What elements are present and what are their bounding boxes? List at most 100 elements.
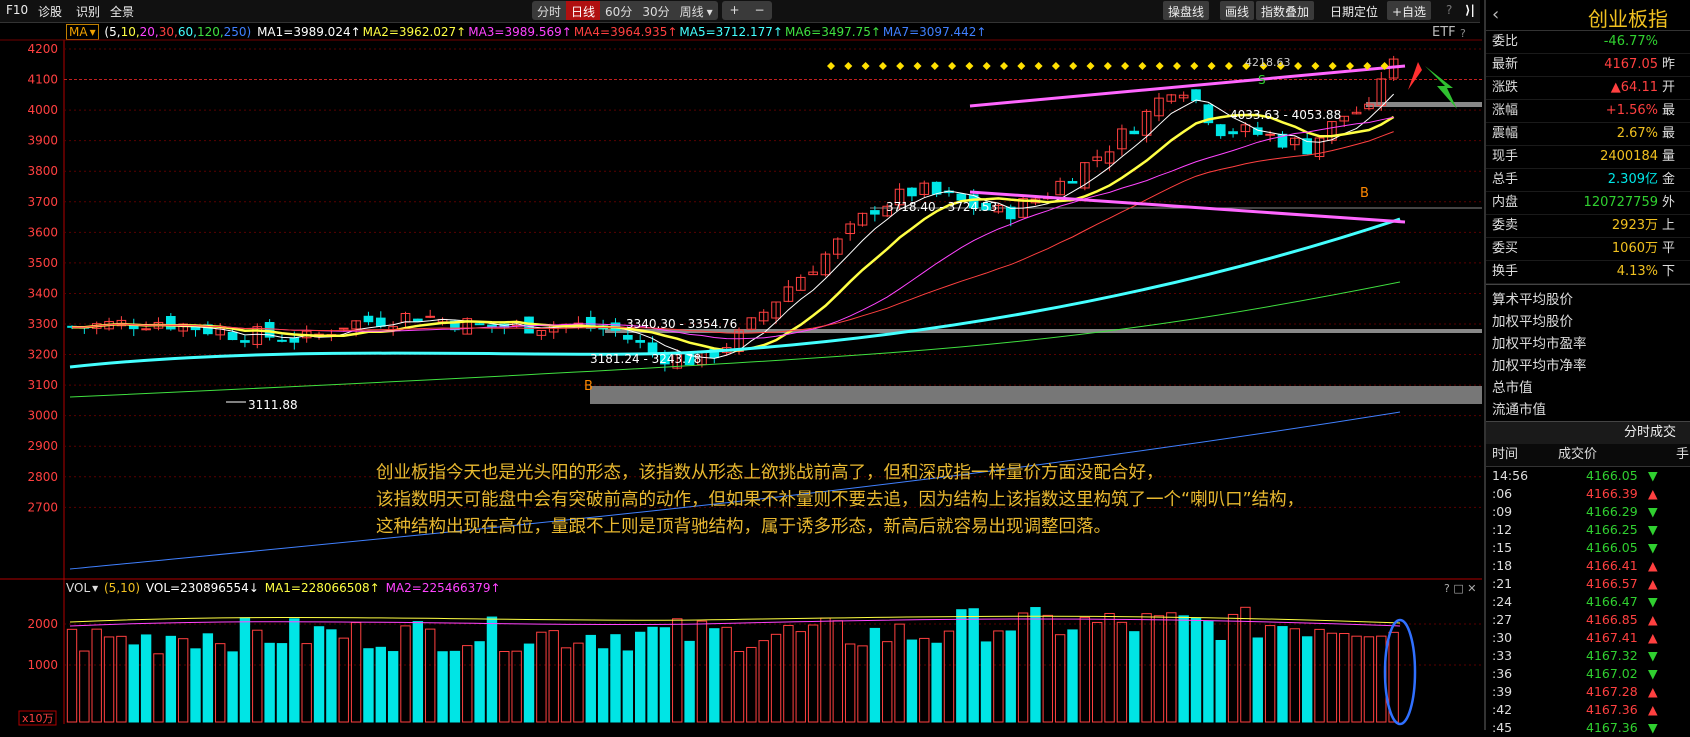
candle-body bbox=[1129, 130, 1140, 135]
volume-bar bbox=[425, 628, 436, 723]
date-locate-button[interactable]: 日期定位 bbox=[1325, 1, 1383, 20]
volume-bar bbox=[1289, 628, 1301, 723]
volume-bar bbox=[758, 640, 769, 723]
tab-60min[interactable]: 60分 bbox=[600, 1, 637, 20]
tick-time: :06 bbox=[1492, 486, 1513, 501]
volume-bar bbox=[387, 651, 399, 723]
candle-body bbox=[375, 317, 386, 327]
operate-line-button[interactable]: 操盘线 bbox=[1163, 1, 1210, 20]
quote-row: 内盘 120727759 外 bbox=[1486, 192, 1690, 215]
tick-time: :27 bbox=[1492, 612, 1513, 627]
signal-diamond bbox=[1103, 62, 1112, 70]
candle-body bbox=[338, 327, 349, 330]
arrow-down-icon: ▼ bbox=[1648, 594, 1658, 609]
help-icon[interactable]: ? bbox=[1446, 3, 1452, 17]
quote-value: 120727759 bbox=[1583, 195, 1658, 210]
volume-bar bbox=[449, 650, 461, 723]
volume-bar bbox=[1363, 636, 1375, 723]
diagnose-link[interactable]: 诊股 bbox=[38, 3, 62, 20]
volume-bar bbox=[190, 648, 201, 723]
y-tick-label: 3400 bbox=[27, 286, 58, 300]
tab-30min[interactable]: 30分 bbox=[637, 1, 674, 20]
vol-indicator-tag[interactable]: VOL ▾ bbox=[66, 581, 98, 595]
volume-bar bbox=[177, 638, 189, 723]
candle-body bbox=[141, 328, 151, 331]
tick-price: 4167.02 bbox=[1586, 666, 1638, 681]
candle-body bbox=[1191, 89, 1201, 102]
stat-total-cap: 总市值 bbox=[1492, 380, 1533, 396]
f10-link[interactable]: F10 bbox=[6, 3, 28, 17]
tick-row: :36 4167.02 ▼ bbox=[1486, 665, 1690, 683]
volume-bar bbox=[733, 650, 745, 723]
signal-diamond bbox=[1086, 62, 1095, 70]
quote-row: 最新 4167.05 昨 bbox=[1486, 54, 1690, 77]
stat-weighted-avg: 加权平均股价 bbox=[1492, 314, 1573, 330]
ticks-list[interactable]: 14:56 4166.05 ▼:06 4166.39 ▲:09 4166.29 ▼:12 41… bbox=[1486, 467, 1690, 737]
zoom-out-button[interactable]: − bbox=[749, 1, 769, 20]
tick-price: 4167.36 bbox=[1586, 720, 1638, 735]
volume-bar bbox=[165, 635, 177, 723]
volume-bar bbox=[486, 616, 498, 723]
arrow-down-icon: ▼ bbox=[1648, 468, 1658, 483]
arrow-down-icon: ▼ bbox=[1648, 666, 1658, 681]
kline-chart[interactable]: 4200 4100 4000 3900 3800 3700 3600 3500 3400 3300… bbox=[0, 22, 1484, 730]
index-overlay-button[interactable]: 指数叠加 bbox=[1256, 1, 1315, 20]
tick-row: :06 4166.39 ▲ bbox=[1486, 485, 1690, 503]
volume-bar bbox=[1252, 637, 1263, 723]
draw-line-button[interactable]: 画线 bbox=[1220, 1, 1255, 20]
quote-label: 现手 bbox=[1492, 149, 1519, 164]
back-icon[interactable]: ‹ bbox=[1492, 4, 1499, 25]
zoom-controls: + − bbox=[722, 1, 772, 20]
volume-bar bbox=[264, 642, 275, 723]
tab-weekly[interactable]: 周线 ▾ bbox=[675, 1, 718, 20]
quote-label-2: 外 bbox=[1662, 195, 1676, 210]
volume-bar bbox=[560, 647, 572, 723]
volume-bar bbox=[783, 624, 794, 723]
volume-bar bbox=[511, 650, 522, 723]
volume-bar bbox=[1351, 635, 1362, 723]
volume-bar bbox=[1092, 621, 1103, 723]
arrow-up-icon: ▲ bbox=[1648, 702, 1658, 717]
ticks-title[interactable]: 分时成交 bbox=[1486, 421, 1690, 444]
volume-bar bbox=[1104, 612, 1115, 723]
recognize-link[interactable]: 识别 bbox=[76, 3, 100, 20]
collapse-panel-icon[interactable]: ⟩| bbox=[1465, 3, 1475, 17]
volume-bar bbox=[610, 634, 621, 723]
volume-bar bbox=[79, 650, 90, 723]
volume-bar bbox=[770, 633, 782, 723]
quote-row: 委比 -46.77% bbox=[1486, 31, 1690, 54]
fullview-link[interactable]: 全景 bbox=[110, 3, 134, 20]
volume-bar bbox=[363, 648, 374, 723]
tick-price: 4167.28 bbox=[1586, 684, 1638, 699]
tick-time: :24 bbox=[1492, 594, 1513, 609]
volume-bar bbox=[239, 617, 251, 723]
quote-row: 涨幅 +1.56% 最 bbox=[1486, 100, 1690, 123]
vol-panel-icons[interactable]: ? □ ✕ bbox=[1444, 582, 1476, 595]
tab-daily[interactable]: 日线 bbox=[566, 1, 601, 20]
volume-bar bbox=[943, 630, 955, 723]
ticks-col-price: 成交价 bbox=[1558, 447, 1598, 462]
volume-bar bbox=[844, 643, 856, 723]
low-point-label: 3111.88 bbox=[248, 398, 298, 412]
support-zone bbox=[590, 386, 1482, 404]
volume-bar bbox=[647, 626, 658, 723]
volume-bar bbox=[820, 617, 831, 723]
volume-bar bbox=[289, 618, 300, 723]
add-watchlist-button[interactable]: +自选 bbox=[1387, 1, 1432, 20]
volume-bar bbox=[1129, 631, 1140, 723]
zoom-in-button[interactable]: + bbox=[724, 1, 744, 20]
stat-float-cap: 流通市值 bbox=[1492, 402, 1546, 418]
tab-minute[interactable]: 分时 bbox=[532, 1, 566, 20]
quote-row: 现手 2400184 量 bbox=[1486, 146, 1690, 169]
volume-bar bbox=[1141, 613, 1152, 723]
arrow-down-icon: ▼ bbox=[1648, 540, 1658, 555]
volume-bar bbox=[634, 631, 646, 723]
volume-bar bbox=[931, 642, 942, 723]
volume-bar bbox=[659, 627, 671, 723]
volume-bar bbox=[140, 634, 152, 723]
stats-block: 算术平均股价 加权平均股价 加权平均市盈率 加权平均市净率 总市值 流通市值 bbox=[1486, 284, 1690, 421]
top-value-label: 4218.63 bbox=[1245, 56, 1291, 69]
volume-bar bbox=[91, 628, 102, 723]
volume-bar bbox=[1203, 620, 1214, 723]
tick-row: :33 4167.32 ▼ bbox=[1486, 647, 1690, 665]
